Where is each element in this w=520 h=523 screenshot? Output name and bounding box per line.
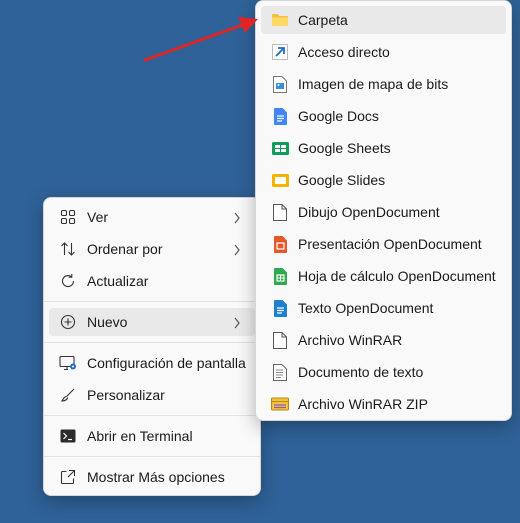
annotation-arrow (143, 17, 258, 62)
